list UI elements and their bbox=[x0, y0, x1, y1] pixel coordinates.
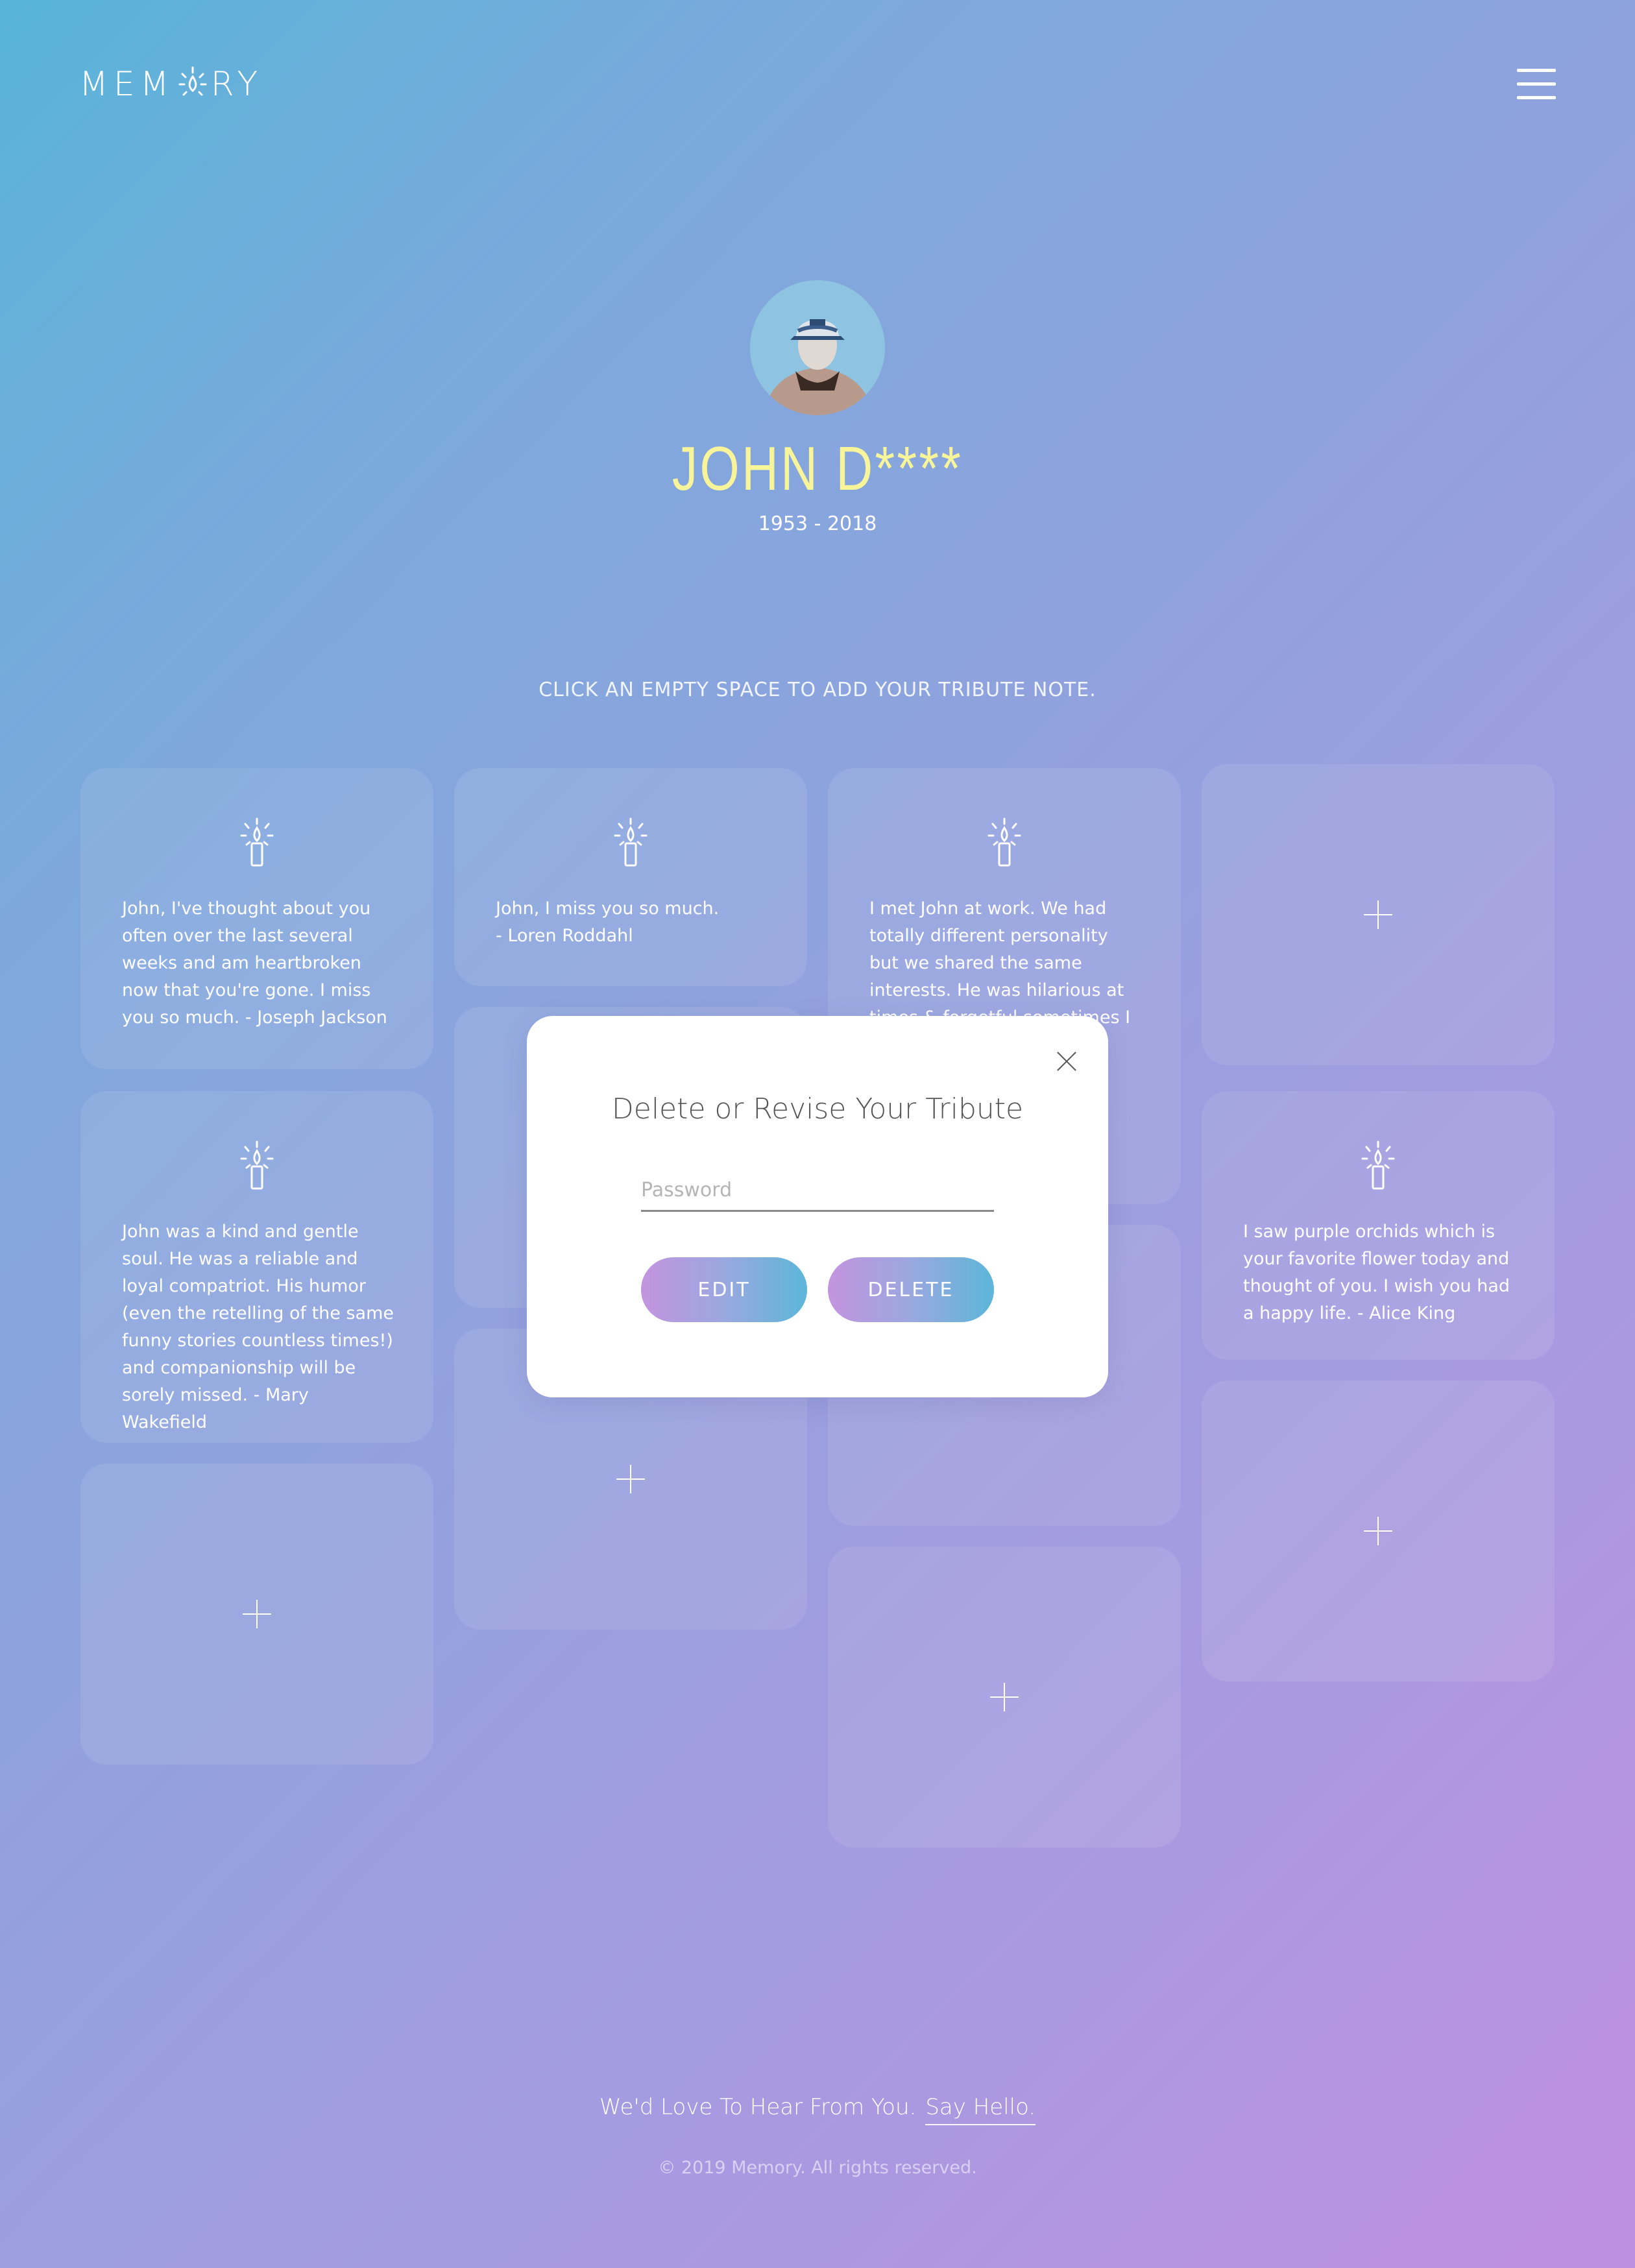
empty-tribute-slot[interactable] bbox=[80, 1464, 433, 1765]
hamburger-menu-icon[interactable] bbox=[1517, 69, 1556, 101]
empty-tribute-slot[interactable] bbox=[1202, 764, 1555, 1065]
tribute-text: John, I've thought about you often over … bbox=[122, 899, 387, 1028]
add-icon bbox=[990, 1683, 1019, 1711]
add-icon bbox=[1364, 1517, 1392, 1545]
menu-line-top bbox=[1517, 69, 1556, 72]
footer-contact: We'd Love To Hear From You. Say Hello. bbox=[0, 2094, 1635, 2125]
add-icon bbox=[616, 1465, 645, 1493]
candle-icon bbox=[614, 817, 648, 867]
memory-logo[interactable]: MEM RY bbox=[79, 64, 263, 105]
logo-text-right: RY bbox=[210, 65, 263, 104]
delete-button[interactable]: DELETE bbox=[828, 1257, 994, 1322]
candle-logo-icon bbox=[178, 66, 207, 96]
life-years: 1953 - 2018 bbox=[758, 513, 877, 535]
revise-tribute-modal: Delete or Revise Your Tribute EDIT DELET… bbox=[527, 1016, 1108, 1397]
avatar-photo bbox=[750, 280, 885, 415]
candle-icon bbox=[1361, 1140, 1395, 1190]
password-field[interactable] bbox=[641, 1170, 994, 1212]
tribute-card[interactable]: I saw purple orchids which is your favor… bbox=[1202, 1091, 1555, 1360]
candle-icon bbox=[987, 817, 1021, 867]
tribute-card[interactable]: John was a kind and gentle soul. He was … bbox=[80, 1091, 433, 1443]
tribute-text: John, I miss you so much. - Loren Roddah… bbox=[496, 899, 720, 946]
add-tribute-instruction: CLICK AN EMPTY SPACE TO ADD YOUR TRIBUTE… bbox=[539, 679, 1096, 701]
menu-line-middle bbox=[1517, 82, 1556, 86]
candle-icon bbox=[240, 817, 274, 867]
empty-tribute-slot[interactable] bbox=[1202, 1381, 1555, 1682]
tribute-card[interactable]: John, I've thought about you often over … bbox=[80, 768, 433, 1069]
candle-icon bbox=[240, 1140, 274, 1190]
avatar bbox=[750, 280, 885, 415]
footer-message: We'd Love To Hear From You. bbox=[599, 2094, 917, 2120]
add-icon bbox=[1364, 900, 1392, 929]
close-icon[interactable] bbox=[1054, 1048, 1080, 1074]
say-hello-link[interactable]: Say Hello. bbox=[925, 2094, 1036, 2125]
tribute-card[interactable]: John, I miss you so much. - Loren Roddah… bbox=[454, 768, 807, 986]
logo-text-left: MEM bbox=[79, 65, 175, 104]
tribute-text: John was a kind and gentle soul. He was … bbox=[122, 1222, 394, 1432]
person-name: JOHN D**** bbox=[672, 434, 963, 503]
empty-tribute-slot[interactable] bbox=[828, 1547, 1181, 1848]
modal-title: Delete or Revise Your Tribute bbox=[611, 1092, 1024, 1126]
add-icon bbox=[243, 1600, 271, 1628]
menu-line-bottom bbox=[1517, 96, 1556, 99]
copyright: © 2019 Memory. All rights reserved. bbox=[658, 2158, 977, 2178]
edit-button[interactable]: EDIT bbox=[641, 1257, 807, 1322]
tribute-text: I saw purple orchids which is your favor… bbox=[1243, 1222, 1510, 1323]
